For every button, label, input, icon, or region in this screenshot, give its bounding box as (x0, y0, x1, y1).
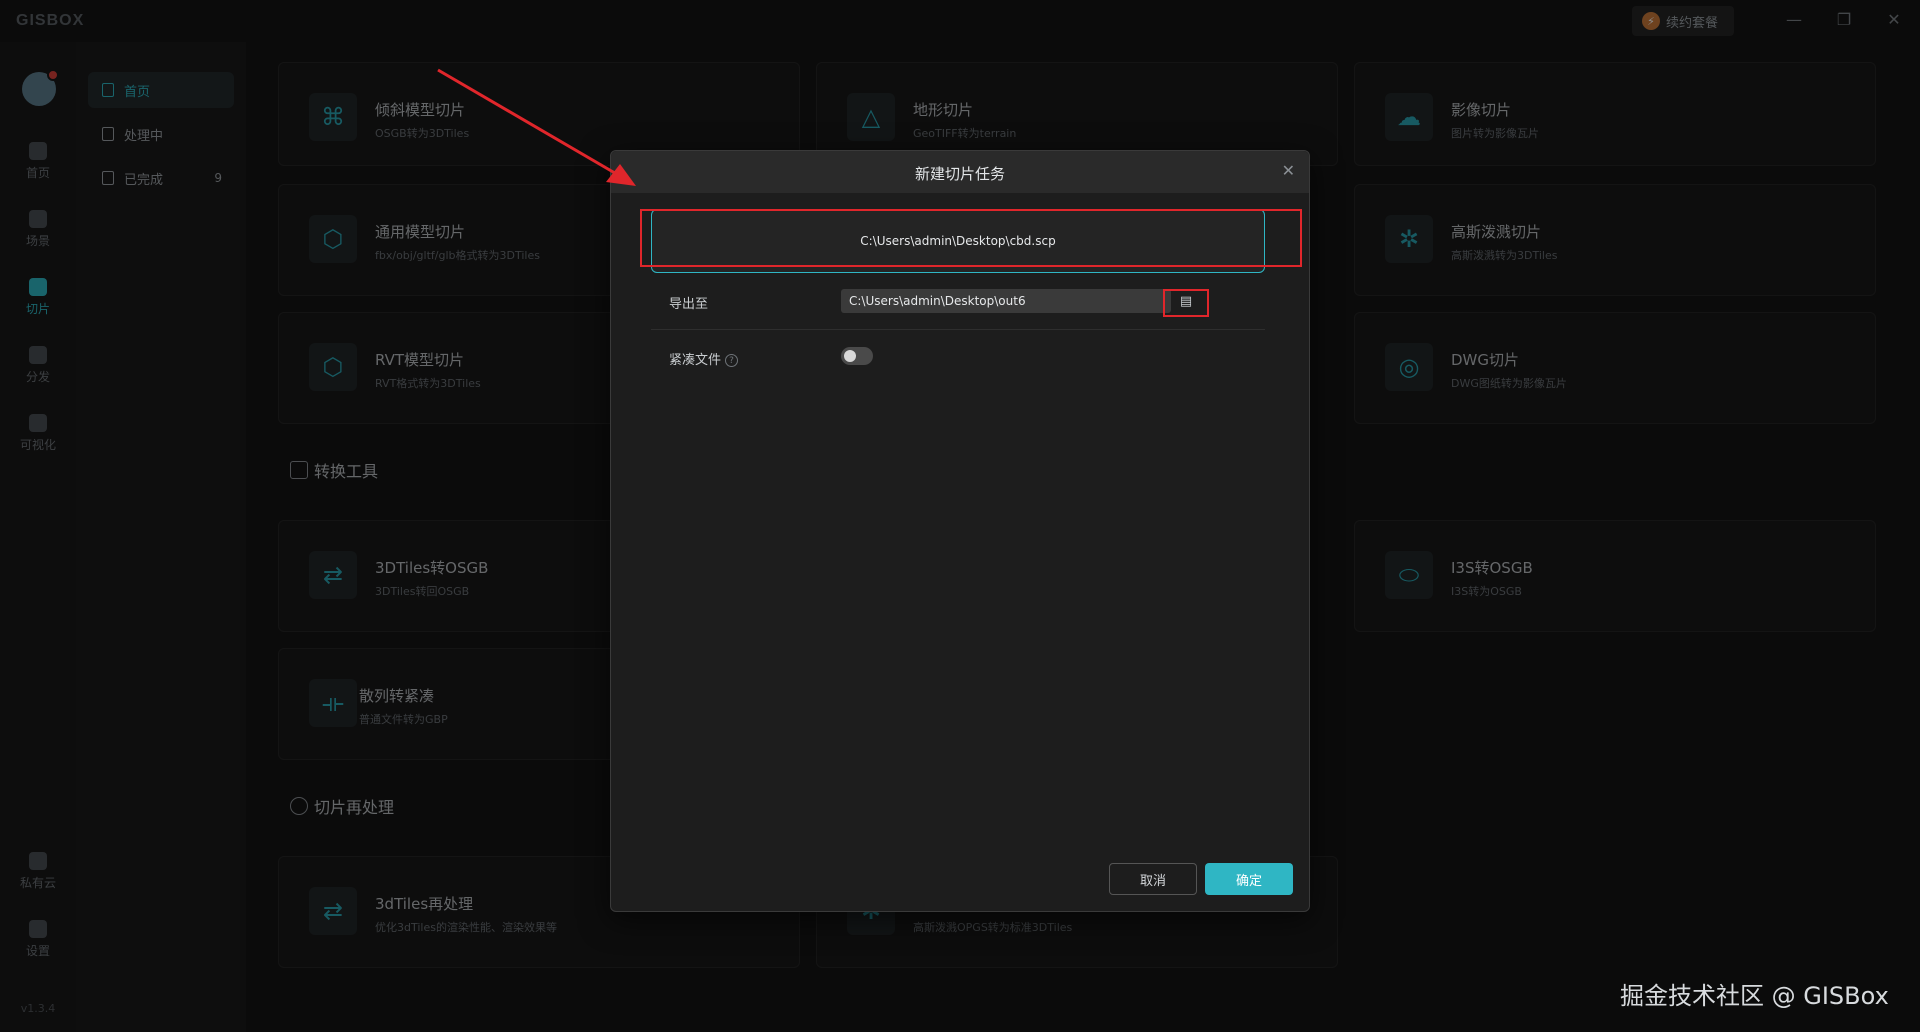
watermark: 掘金技术社区 @ GISBox (1620, 982, 1889, 1010)
annotation-arrow (437, 68, 636, 186)
arrow-head (606, 164, 636, 186)
arrow-line (437, 68, 621, 178)
